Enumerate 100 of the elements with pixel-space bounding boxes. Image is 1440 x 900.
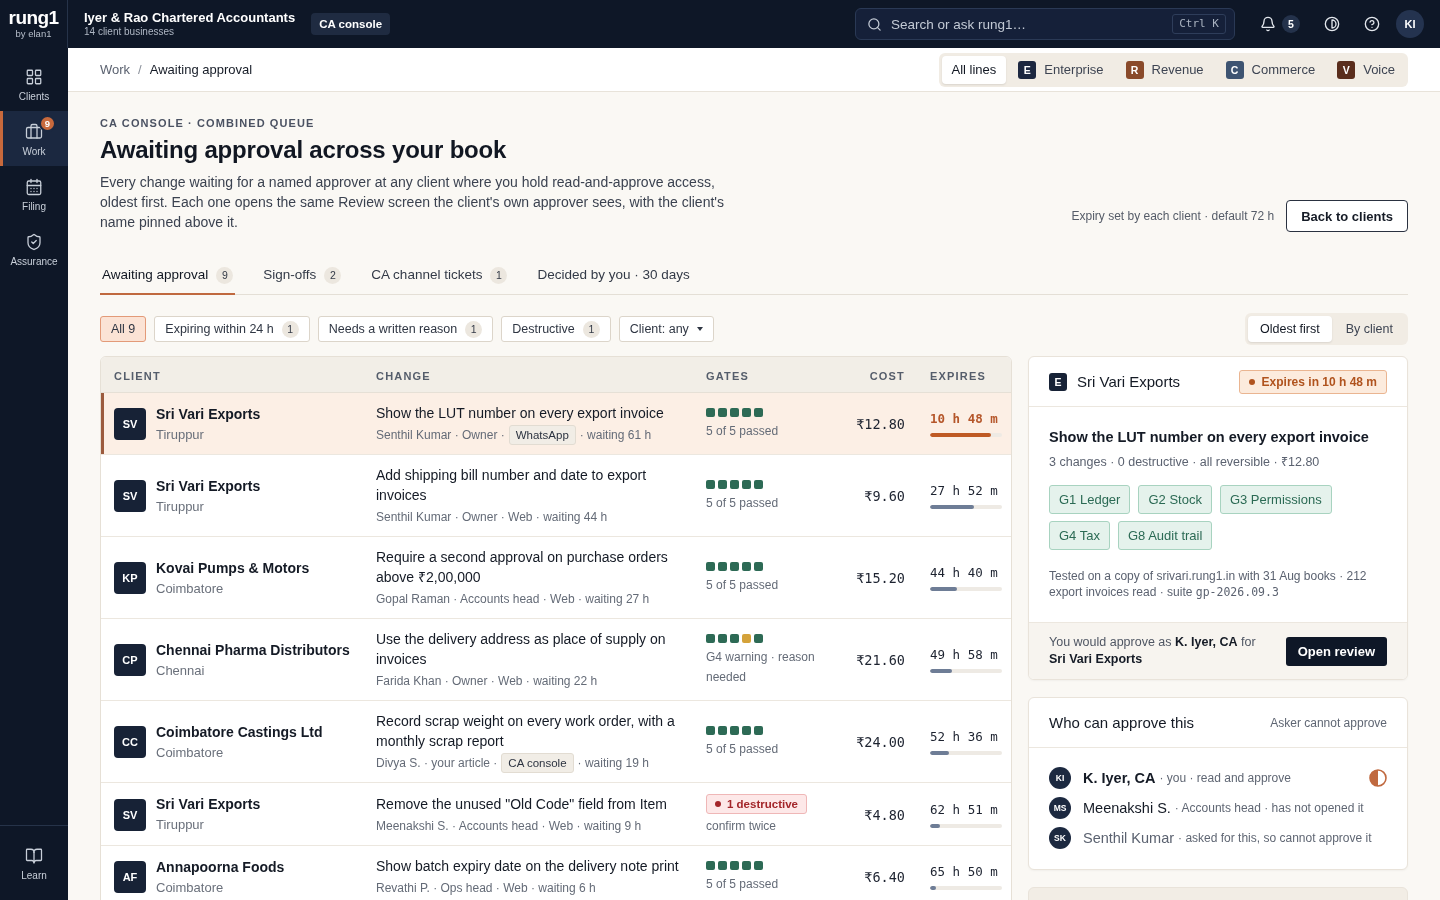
client-city: Coimbatore [156,579,224,598]
client-city: Coimbatore [156,878,224,897]
gate-summary: 5 of 5 passed [706,576,780,594]
brand-tagline: by elan1 [15,28,52,40]
approver-avatar: MS [1049,797,1071,819]
column-header: COST [869,369,905,382]
bell-icon[interactable] [1260,16,1276,32]
column-header: GATES [706,369,750,382]
approver-name: K. Iyer, CA [1083,770,1156,786]
change-meta: Senthil Kumar · Owner · [376,427,505,444]
count-badge: 1 [281,320,299,338]
change-meta: Senthil Kumar · Owner · Web · waiting 44 h [376,509,608,526]
product-line-tab[interactable]: All lines [941,55,1007,84]
sort-option[interactable]: By client [1333,316,1405,342]
sidebar-item[interactable]: Clients [0,56,68,111]
search-icon [867,16,882,32]
filter-chip[interactable]: Needs a written reason 1 [317,316,494,342]
dot-icon [1248,378,1255,385]
sidebar-item[interactable]: Learn [0,835,68,890]
cost-value: ₹9.60 [864,488,905,504]
product-line-tab[interactable]: C Commerce [1215,55,1326,84]
table-row[interactable]: SV Sri Vari Exports Tiruppur Show the LUT number on every export invoice Senthil Kumar · Owner · WhatsApp · waiting 61 h 5 of 5 passed ₹12.80 10 h 48 m [101,393,1011,455]
user-avatar[interactable]: KI [1396,10,1424,38]
help-icon[interactable] [1364,16,1380,32]
change-title: Add shipping bill number and date to export invoices [376,466,648,505]
panel-title: Who can approve this [1049,714,1195,731]
cost-value: ₹12.80 [856,416,905,432]
count-badge: 9 [39,115,56,132]
tab[interactable]: CA channel tickets 1 [369,262,510,295]
filter-chip[interactable]: Expiring within 24 h 1 [154,316,310,342]
briefcase-icon [25,123,43,141]
gate-chip: G1 Ledger [1049,485,1131,514]
approve-note: You would approve as K. Iyer, CA for Sri Vari Exports [1049,634,1257,668]
client-avatar: SV [114,480,146,512]
change-meta: 3 changes · 0 destructive · all reversible · ₹12.80 [1049,454,1321,471]
expiry-time: 10 h 48 m [930,411,998,427]
line-initial: C [1225,60,1244,79]
breadcrumb-separator: / [138,62,142,77]
open-review-button[interactable]: Open review [1285,636,1387,666]
client-city: Tiruppur [156,425,204,444]
expiry-time: 62 h 51 m [930,801,998,818]
half-circle-icon [1369,769,1387,787]
gate-chip: G3 Permissions [1219,485,1332,514]
cost-value: ₹4.80 [864,806,905,823]
client-avatar: CP [114,644,146,676]
gate-summary: 5 of 5 passed [706,875,780,893]
badge-text: 1 destructive [727,798,798,810]
product-line-tab[interactable]: E Enterprise [1008,55,1114,84]
filter-chip[interactable]: Destructive 1 [501,316,611,342]
console-badge: CA console [311,13,391,35]
sidebar-item[interactable]: Filing [0,166,68,221]
expiry-time: 65 h 50 m [930,864,998,880]
channel-tag: CA console [501,753,574,773]
panel-note: Asker cannot approve [1270,715,1387,730]
firm-name: Iyer & Rao Chartered Accountants [84,10,296,26]
change-title: Record scrap weight on every work order, with a monthly scrap report [376,712,676,751]
change-title: Remove the unused "Old Code" field from Item [376,794,668,814]
tab[interactable]: Decided by you · 30 days [535,262,692,295]
grid-icon [25,68,43,86]
count-badge: 1 [465,320,483,338]
count-badge: 9 [216,266,234,284]
sidebar-item[interactable]: Work 9 [0,111,68,166]
cost-value: ₹6.40 [864,869,905,885]
back-button[interactable]: Back to clients [1286,200,1408,232]
product-line-tab[interactable]: R Revenue [1115,55,1214,84]
sort-option[interactable]: Oldest first [1248,316,1332,342]
column-header: CHANGE [376,369,431,382]
cost-value: ₹21.60 [856,652,905,668]
change-title: Use the delivery address as place of supply on invoices [376,630,667,669]
badge-text: Expires in 10 h 48 m [1261,374,1377,389]
firm-subtitle: 14 client businesses [84,26,175,38]
client-name: Kovai Pumps & Motors [156,558,310,578]
client-name: Sri Vari Exports [156,476,261,496]
change-meta: Gopal Raman · Accounts head · Web · waiting 27 h [376,591,650,608]
client-avatar: CC [114,726,146,758]
tab[interactable]: Awaiting approval 9 [100,262,236,295]
expiry-time: 27 h 52 m [930,483,998,499]
approver-name: Meenakshi S. [1083,800,1171,816]
approver-name: Senthil Kumar [1083,830,1175,846]
change-title: Require a second approval on purchase orders above ₹2,00,000 [376,548,669,587]
product-line-tab[interactable]: V Voice [1327,55,1405,84]
expiry-note: Expiry set by each client · default 72 h [1071,209,1275,223]
page-description: Every change waiting for a named approver at any client where you hold read-and-approve access, oldest first. Each one opens the same Review screen the client's own approver sees, with the client's name pinned above it. [100,173,725,232]
filter-chip[interactable]: All 9 [100,316,147,342]
client-name: Coimbatore Castings Ltd [156,722,323,742]
cost-value: ₹24.00 [856,734,905,750]
approver-detail: · you · read and approve [1159,771,1291,785]
book-icon [25,847,43,865]
filter-dropdown[interactable]: Client: any [618,316,714,342]
change-meta: Farida Khan · Owner · Web · waiting 22 h [376,673,598,690]
breadcrumb-link[interactable]: Work [100,62,131,77]
page-title: Awaiting approval across your book [100,135,508,165]
sidebar-item[interactable]: Assurance [0,221,68,276]
tab[interactable]: Sign-offs 2 [261,262,344,295]
contrast-icon[interactable] [1324,16,1340,32]
gate-summary: 5 of 5 passed [706,422,780,440]
gate-summary: G4 warning · reason needed [706,648,816,686]
approver-avatar: KI [1049,767,1071,789]
client-city: Tiruppur [156,497,204,516]
brand-name: rung1 [8,8,59,28]
